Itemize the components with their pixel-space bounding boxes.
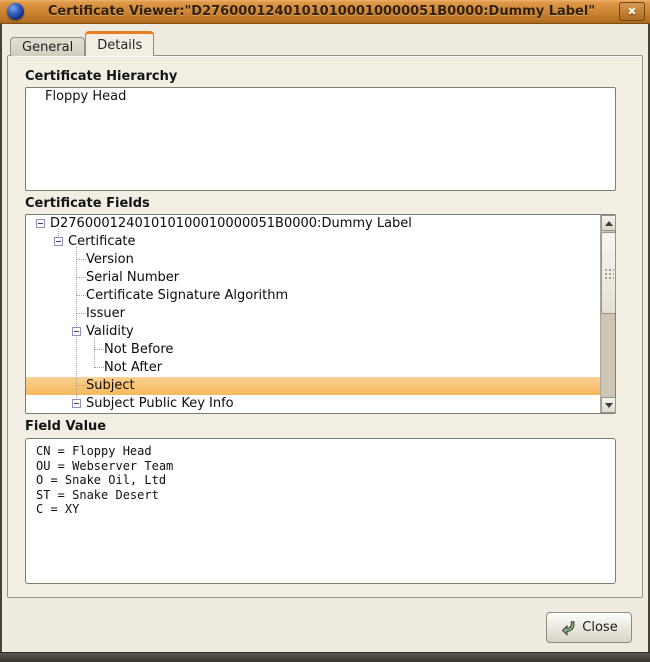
field-value-line: OU = Webserver Team <box>36 459 605 474</box>
field-value-line: ST = Snake Desert <box>36 488 605 503</box>
tree-row-label: Subject <box>86 377 135 395</box>
tab-general-label: General <box>22 40 73 55</box>
scrollbar-grip-icon <box>604 268 614 279</box>
tree-row[interactable]: Validity <box>26 323 600 341</box>
window-bottom-border[interactable] <box>0 652 650 662</box>
tree-row-label: Serial Number <box>86 269 179 287</box>
hierarchy-item[interactable]: Floppy Head <box>26 88 615 106</box>
arrow-up-icon <box>605 221 613 226</box>
tree-row-label: Certificate Signature Algorithm <box>86 287 288 305</box>
tree-row-label: Not Before <box>104 341 173 359</box>
tree-row[interactable]: Not After <box>26 359 600 377</box>
tree-branch-line <box>76 385 86 386</box>
tree-row-label: Certificate <box>68 233 136 251</box>
close-button-label: Close <box>582 620 617 635</box>
arrow-down-icon <box>605 403 613 408</box>
tree-row[interactable]: Serial Number <box>26 269 600 287</box>
tree-branch-line <box>76 295 86 296</box>
certificate-hierarchy-heading: Certificate Hierarchy <box>25 69 177 84</box>
close-x-icon: ✖ <box>627 5 636 18</box>
window-title: Certificate Viewer:"D2760001240101010001… <box>24 4 619 19</box>
certificate-fields-heading: Certificate Fields <box>25 196 150 211</box>
tree-row-selected[interactable]: Subject <box>26 377 600 395</box>
titlebar[interactable]: Certificate Viewer:"D2760001240101010001… <box>0 0 650 24</box>
field-value-line: O = Snake Oil, Ltd <box>36 473 605 488</box>
tree-row[interactable]: D27600012401010100010000051B0000:Dummy L… <box>26 215 600 233</box>
close-arrow-icon <box>560 620 576 636</box>
tree-branch-line <box>76 259 86 260</box>
scrollbar-down-button[interactable] <box>601 397 616 413</box>
tree-row[interactable]: Not Before <box>26 341 600 359</box>
tab-details[interactable]: Details <box>85 31 154 56</box>
tree-row-label: Version <box>86 251 134 269</box>
tree-branch-line <box>94 349 104 350</box>
tree-scrollbar[interactable] <box>600 215 615 413</box>
tree-branch-line <box>76 313 86 314</box>
collapse-icon[interactable] <box>54 237 63 246</box>
tree-row-label: D27600012401010100010000051B0000:Dummy L… <box>50 215 412 233</box>
close-button[interactable]: Close <box>546 612 632 643</box>
tree-branch-line <box>76 277 86 278</box>
tree-row[interactable]: Certificate <box>26 233 600 251</box>
details-tab-panel: Certificate Hierarchy Floppy Head Certif… <box>7 55 643 598</box>
tree-row[interactable]: Certificate Signature Algorithm <box>26 287 600 305</box>
certificate-viewer-window: Certificate Viewer:"D2760001240101010001… <box>0 0 650 662</box>
certificate-fields-box: D27600012401010100010000051B0000:Dummy L… <box>25 214 616 414</box>
collapse-icon[interactable] <box>72 327 81 336</box>
field-value-heading: Field Value <box>25 419 106 434</box>
tree-row-label: Subject Public Key Info <box>86 395 234 413</box>
window-close-button[interactable]: ✖ <box>619 2 645 21</box>
field-value-line: CN = Floppy Head <box>36 444 605 459</box>
tree-branch-line <box>94 367 104 368</box>
certificate-fields-tree[interactable]: D27600012401010100010000051B0000:Dummy L… <box>26 215 600 413</box>
tree-guide-line <box>76 247 77 404</box>
tab-details-label: Details <box>97 38 142 53</box>
field-value-line: C = XY <box>36 502 605 517</box>
tree-guide-line <box>94 337 95 368</box>
collapse-icon[interactable] <box>72 399 81 408</box>
dialog-body: General Details Certificate Hierarchy Fl… <box>2 24 648 652</box>
tree-row[interactable]: Version <box>26 251 600 269</box>
scrollbar-thumb[interactable] <box>601 232 616 314</box>
tree-row[interactable]: Subject Public Key Info <box>26 395 600 413</box>
tree-row[interactable]: Issuer <box>26 305 600 323</box>
tab-general[interactable]: General <box>10 37 85 56</box>
certificate-hierarchy-list[interactable]: Floppy Head <box>25 87 616 191</box>
collapse-icon[interactable] <box>36 219 45 228</box>
tree-row-label: Issuer <box>86 305 125 323</box>
tab-bar: General Details <box>10 31 154 56</box>
tree-row-label: Not After <box>104 359 162 377</box>
globe-icon <box>7 3 24 20</box>
field-value-text[interactable]: CN = Floppy HeadOU = Webserver TeamO = S… <box>25 438 616 584</box>
scrollbar-up-button[interactable] <box>601 215 616 231</box>
